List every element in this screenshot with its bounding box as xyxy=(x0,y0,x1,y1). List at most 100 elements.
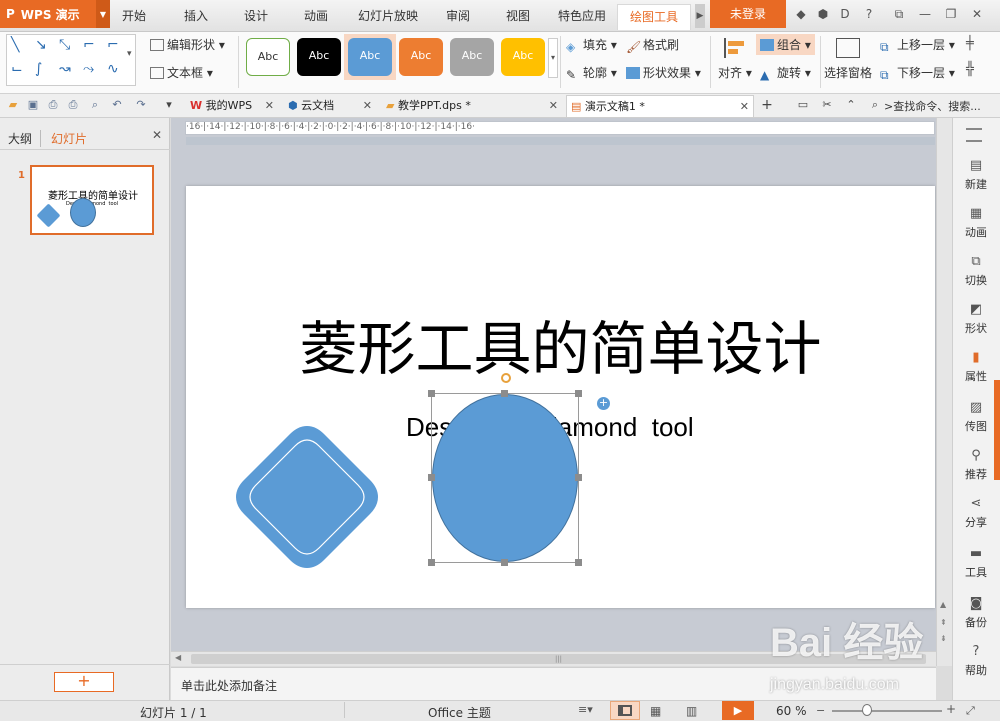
resize-handle-n[interactable] xyxy=(501,390,508,397)
resize-handle-w[interactable] xyxy=(428,474,435,481)
more-options-icon[interactable]: ╬ xyxy=(966,62,974,77)
shape-style-gray[interactable]: Abc xyxy=(450,38,494,76)
tab-outline[interactable]: 大纲 xyxy=(8,130,32,147)
curve-double-arrow-icon[interactable]: ⤳ xyxy=(83,61,94,77)
elbow-arrow-connector-icon[interactable]: ⌐ xyxy=(107,37,119,53)
help-menu-icon[interactable]: ? xyxy=(862,7,876,21)
tab-special-apps[interactable]: 特色应用 xyxy=(558,6,606,26)
doc-tab-my-wps[interactable]: W 我的WPS ✕ xyxy=(186,95,278,117)
print-icon[interactable]: ⎙ xyxy=(66,98,80,112)
shape-style-black[interactable]: Abc xyxy=(297,38,341,76)
sidebar-item-animation[interactable]: ▦ 动画 xyxy=(952,206,1000,240)
zoom-level[interactable]: 60 % xyxy=(776,704,807,718)
add-slide-button[interactable]: + xyxy=(54,672,114,692)
arrow-shape-icon[interactable]: ↘ xyxy=(35,37,47,53)
sidebar-item-backup[interactable]: ◙ 备份 xyxy=(952,596,1000,630)
tab-scroll-right-icon[interactable]: ▶ xyxy=(695,4,705,28)
resize-handle-e[interactable] xyxy=(575,474,582,481)
scroll-up-icon[interactable]: ▲ xyxy=(940,600,946,609)
tab-design[interactable]: 设计 xyxy=(244,6,268,26)
elbow-double-arrow-icon[interactable]: ⌙ xyxy=(11,61,23,77)
sidebar-item-property[interactable]: ▮ 属性 xyxy=(952,350,1000,384)
save-icon[interactable]: ▣ xyxy=(26,98,40,112)
distribute-icon[interactable]: ╪ xyxy=(966,36,974,51)
normal-view-button[interactable] xyxy=(610,701,640,720)
diamond-shape[interactable] xyxy=(232,422,382,572)
tab-drawing-tools[interactable]: 绘图工具 xyxy=(617,4,691,30)
group-button[interactable]: 组合 ▾ xyxy=(756,34,815,55)
close-tab-icon[interactable]: ✕ xyxy=(363,95,372,117)
open-folder-icon[interactable]: ▰ xyxy=(6,98,20,112)
sidebar-item-new[interactable]: ▤ 新建 xyxy=(952,158,1000,192)
zoom-out-icon[interactable]: − xyxy=(816,704,825,717)
print-preview-icon[interactable]: ⌕ xyxy=(88,98,102,112)
command-search-input[interactable]: >查找命令、搜索... xyxy=(884,98,981,114)
shape-style-white[interactable]: Abc xyxy=(246,38,290,76)
tab-animation[interactable]: 动画 xyxy=(304,6,328,26)
undo-icon[interactable]: ↶ xyxy=(110,98,124,112)
scroll-left-icon[interactable]: ◀ xyxy=(175,653,181,662)
tab-slides[interactable]: 幻灯片 xyxy=(40,130,87,147)
quick-add-icon[interactable]: + xyxy=(597,397,610,410)
format-painter-button[interactable]: 🖌 格式刷 xyxy=(626,36,679,54)
resize-handle-se[interactable] xyxy=(575,559,582,566)
vertical-scrollbar[interactable]: ▲ ⇞ ⇟ xyxy=(936,118,952,666)
tab-insert[interactable]: 插入 xyxy=(184,6,208,26)
menu-icon[interactable] xyxy=(966,128,982,142)
resize-handle-s[interactable] xyxy=(501,559,508,566)
tab-review[interactable]: 审阅 xyxy=(446,6,470,26)
search-icon[interactable]: ⌕ xyxy=(868,98,882,112)
slide-thumbnail[interactable]: 菱形工具的简单设计 Des iamond tool xyxy=(30,165,154,235)
sidebar-item-help[interactable]: ? 帮助 xyxy=(952,644,1000,678)
edit-shape-button[interactable]: 编辑形状 ▾ xyxy=(150,36,225,53)
sidebar-item-shape[interactable]: ◩ 形状 xyxy=(952,302,1000,336)
doc-tab-presentation1[interactable]: ▤ 演示文稿1 * ✕ xyxy=(566,95,754,117)
sidebar-item-transition[interactable]: ⧉ 切换 xyxy=(952,254,1000,288)
close-tab-icon[interactable]: ✕ xyxy=(549,95,558,117)
freeform-icon[interactable]: ∿ xyxy=(107,61,119,77)
shape-style-orange[interactable]: Abc xyxy=(399,38,443,76)
tab-slideshow[interactable]: 幻灯片放映 xyxy=(358,6,418,26)
window-mode-icon[interactable]: ▭ xyxy=(796,98,810,112)
shape-style-gold[interactable]: Abc xyxy=(501,38,545,76)
fit-window-icon[interactable]: ⤢ xyxy=(966,704,975,718)
style-gallery-more-icon[interactable]: ▾ xyxy=(548,38,558,78)
slide-canvas[interactable]: 菱形工具的简单设计 Des iamond tool + xyxy=(186,186,935,608)
zoom-slider[interactable] xyxy=(832,710,942,712)
rotation-handle[interactable] xyxy=(501,373,511,383)
doc-tab-teaching-ppt[interactable]: ▰ 教学PPT.dps * ✕ xyxy=(382,95,562,117)
close-panel-icon[interactable]: ✕ xyxy=(152,128,162,142)
gallery-more-icon[interactable]: ▾ xyxy=(127,49,132,59)
tools-toggle-icon[interactable]: ✂ xyxy=(820,98,834,112)
collapse-ribbon-icon[interactable]: ⌃ xyxy=(844,98,858,112)
align-button[interactable]: 对齐 ▾ xyxy=(718,64,752,81)
text-box-button[interactable]: 文本框 ▾ xyxy=(150,64,213,81)
sidebar-item-recommend[interactable]: ⚲ 推荐 xyxy=(952,448,1000,482)
doc-tab-cloud-docs[interactable]: ⬢ 云文档 ✕ xyxy=(284,95,376,117)
shape-gallery[interactable]: ╲ ↘ ⤡ ⌐ ⌐ ⌙ ∫ ↝ ⤳ ∿ ▾ xyxy=(6,34,136,86)
new-tab-icon[interactable]: + xyxy=(760,98,774,112)
skin-icon[interactable]: ◆ xyxy=(794,7,808,21)
shield-icon[interactable]: ⬢ xyxy=(816,7,830,21)
shape-style-blue[interactable]: Abc xyxy=(348,38,392,76)
sidebar-item-tools[interactable]: ▬ 工具 xyxy=(952,546,1000,580)
share-menu-icon[interactable]: D xyxy=(838,7,852,21)
sidebar-item-image-upload[interactable]: ▨ 传图 xyxy=(952,400,1000,434)
tab-view[interactable]: 视图 xyxy=(506,6,530,26)
slide-sorter-icon[interactable]: ▦ xyxy=(650,704,661,718)
close-icon[interactable]: ✕ xyxy=(970,7,984,21)
resize-handle-nw[interactable] xyxy=(428,390,435,397)
close-tab-icon[interactable]: ✕ xyxy=(265,95,274,117)
ellipse-shape[interactable] xyxy=(432,394,578,562)
restore-window-icon[interactable]: ⧉ xyxy=(892,7,906,21)
chevron-down-icon[interactable]: ▼ xyxy=(96,0,110,28)
close-tab-icon[interactable]: ✕ xyxy=(740,96,749,118)
zoom-in-icon[interactable]: + xyxy=(946,702,956,716)
login-button[interactable]: 未登录 xyxy=(710,0,786,28)
tab-home[interactable]: 开始 xyxy=(122,6,146,26)
export-pdf-icon[interactable]: ⎙ xyxy=(46,98,60,112)
resize-handle-sw[interactable] xyxy=(428,559,435,566)
bring-forward-button[interactable]: ⧉ 上移一层 ▾ xyxy=(880,36,955,54)
outline-button[interactable]: ✎ 轮廓 ▾ xyxy=(566,64,617,82)
minimize-icon[interactable]: — xyxy=(918,7,932,21)
